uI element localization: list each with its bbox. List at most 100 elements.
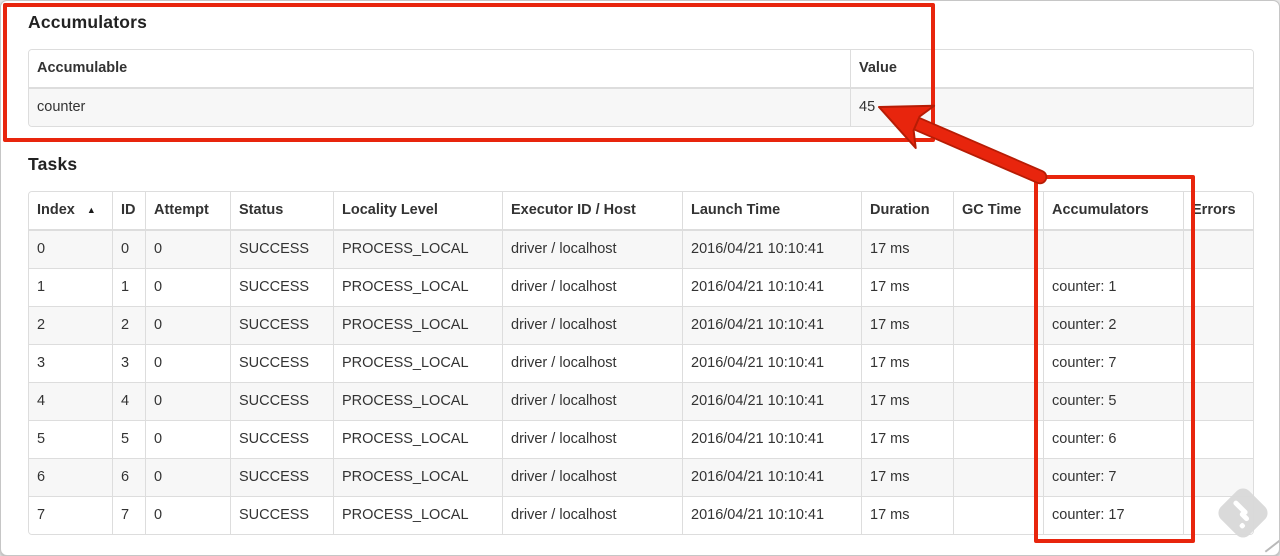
task-row: 4 4 0 SUCCESS PROCESS_LOCAL driver / loc… [29,383,1253,421]
id-column-header[interactable]: ID [113,192,146,231]
duration-column-header[interactable]: Duration [862,192,954,231]
cell-duration: 17 ms [862,383,954,421]
cell-launch-time: 2016/04/21 10:10:41 [683,497,862,534]
cell-index: 4 [29,383,113,421]
cell-launch-time: 2016/04/21 10:10:41 [683,345,862,383]
cell-index: 6 [29,459,113,497]
cell-locality: PROCESS_LOCAL [334,231,503,269]
cell-errors [1184,345,1253,383]
cell-id: 7 [113,497,146,534]
cell-index: 3 [29,345,113,383]
cell-launch-time: 2016/04/21 10:10:41 [683,421,862,459]
cell-errors [1184,383,1253,421]
cell-gc-time [954,497,1044,534]
cell-executor: driver / localhost [503,345,683,383]
cell-launch-time: 2016/04/21 10:10:41 [683,269,862,307]
cell-id: 5 [113,421,146,459]
cell-status: SUCCESS [231,307,334,345]
accumulable-name-cell: counter [29,89,851,126]
cell-locality: PROCESS_LOCAL [334,421,503,459]
accumulators-table: Accumulable Value counter 45 [28,49,1254,127]
value-column-header[interactable]: Value [851,50,1253,89]
locality-level-column-header[interactable]: Locality Level [334,192,503,231]
task-row: 0 0 0 SUCCESS PROCESS_LOCAL driver / loc… [29,231,1253,269]
cell-accumulators: counter: 7 [1044,345,1184,383]
cell-locality: PROCESS_LOCAL [334,383,503,421]
cell-executor: driver / localhost [503,459,683,497]
cell-status: SUCCESS [231,231,334,269]
cell-executor: driver / localhost [503,307,683,345]
cell-gc-time [954,383,1044,421]
executor-id-host-column-header[interactable]: Executor ID / Host [503,192,683,231]
cell-id: 2 [113,307,146,345]
cell-duration: 17 ms [862,307,954,345]
cell-executor: driver / localhost [503,383,683,421]
tasks-section-title: Tasks [28,154,78,174]
cell-attempt: 0 [146,459,231,497]
cell-duration: 17 ms [862,231,954,269]
tasks-table: Index ▲ ID Attempt Status Locality Level … [28,191,1254,535]
sort-ascending-icon: ▲ [86,205,96,215]
task-row: 1 1 0 SUCCESS PROCESS_LOCAL driver / loc… [29,269,1253,307]
cell-status: SUCCESS [231,421,334,459]
cell-gc-time [954,307,1044,345]
status-column-header[interactable]: Status [231,192,334,231]
cell-gc-time [954,459,1044,497]
cell-accumulators: counter: 1 [1044,269,1184,307]
accumulators-column-header[interactable]: Accumulators [1044,192,1184,231]
cell-accumulators: counter: 17 [1044,497,1184,534]
cell-locality: PROCESS_LOCAL [334,459,503,497]
gc-time-column-header[interactable]: GC Time [954,192,1044,231]
task-row: 2 2 0 SUCCESS PROCESS_LOCAL driver / loc… [29,307,1253,345]
cell-errors [1184,231,1253,269]
cell-errors [1184,421,1253,459]
errors-column-header[interactable]: Errors [1184,192,1253,231]
cell-status: SUCCESS [231,497,334,534]
cell-launch-time: 2016/04/21 10:10:41 [683,383,862,421]
cell-id: 6 [113,459,146,497]
index-column-header[interactable]: Index ▲ [29,192,113,231]
accumulable-value-cell: 45 [851,89,1253,126]
accumulator-row: counter 45 [29,89,1253,126]
task-row: 3 3 0 SUCCESS PROCESS_LOCAL driver / loc… [29,345,1253,383]
cell-executor: driver / localhost [503,421,683,459]
cell-launch-time: 2016/04/21 10:10:41 [683,231,862,269]
cell-locality: PROCESS_LOCAL [334,307,503,345]
cell-index: 1 [29,269,113,307]
cell-accumulators: counter: 6 [1044,421,1184,459]
cell-accumulators: counter: 2 [1044,307,1184,345]
cell-attempt: 0 [146,307,231,345]
cell-index: 2 [29,307,113,345]
cell-index: 0 [29,231,113,269]
cell-locality: PROCESS_LOCAL [334,497,503,534]
cell-id: 0 [113,231,146,269]
cell-status: SUCCESS [231,269,334,307]
cell-attempt: 0 [146,269,231,307]
launch-time-column-header[interactable]: Launch Time [683,192,862,231]
cell-duration: 17 ms [862,269,954,307]
accumulators-section-title: Accumulators [28,12,148,32]
attempt-column-header[interactable]: Attempt [146,192,231,231]
cell-id: 3 [113,345,146,383]
cell-errors [1184,269,1253,307]
accumulators-header-row: Accumulable Value [29,50,1253,89]
cell-executor: driver / localhost [503,497,683,534]
cell-launch-time: 2016/04/21 10:10:41 [683,459,862,497]
accumulable-column-header[interactable]: Accumulable [29,50,851,89]
cell-id: 1 [113,269,146,307]
cell-duration: 17 ms [862,421,954,459]
cell-status: SUCCESS [231,383,334,421]
cell-locality: PROCESS_LOCAL [334,269,503,307]
tasks-header-row: Index ▲ ID Attempt Status Locality Level … [29,192,1253,231]
cell-index: 7 [29,497,113,534]
cell-gc-time [954,421,1044,459]
cell-attempt: 0 [146,497,231,534]
cell-gc-time [954,269,1044,307]
spark-stage-page: Accumulators Accumulable Value counter 4… [0,0,1280,556]
cell-attempt: 0 [146,345,231,383]
cell-locality: PROCESS_LOCAL [334,345,503,383]
cell-index: 5 [29,421,113,459]
cell-accumulators [1044,231,1184,269]
cell-duration: 17 ms [862,459,954,497]
cell-executor: driver / localhost [503,269,683,307]
